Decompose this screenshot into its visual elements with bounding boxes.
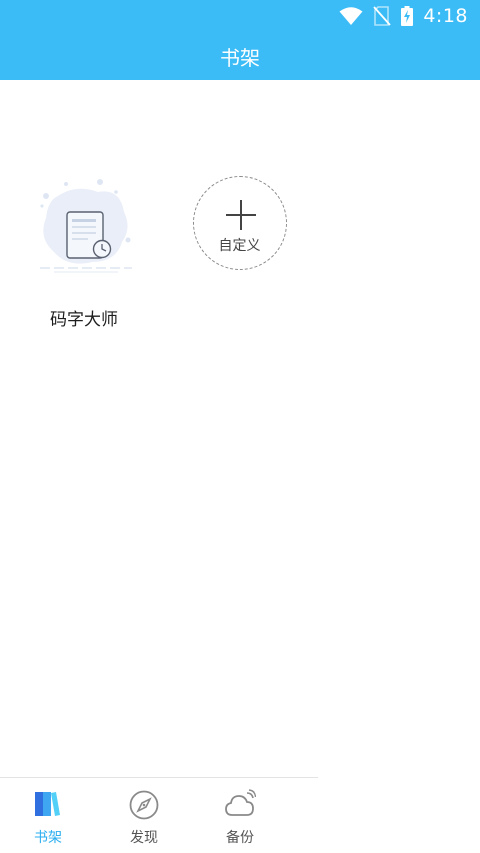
wifi-icon <box>339 7 363 25</box>
no-sim-icon <box>373 6 392 26</box>
app-header: 4:18 书架 <box>0 0 480 80</box>
compass-icon <box>129 790 159 820</box>
custom-add-button[interactable]: 自定义 <box>193 176 287 270</box>
page-title: 书架 <box>220 46 260 70</box>
nav-label-bookshelf: 书架 <box>34 830 62 846</box>
status-time: 4:18 <box>423 5 468 27</box>
nav-label-discover: 发现 <box>130 830 158 846</box>
custom-add-label: 自定义 <box>218 238 261 254</box>
status-icons: 4:18 <box>339 4 468 28</box>
cloud-backup-icon <box>225 789 256 816</box>
book-item[interactable]: 码字大师 <box>36 176 140 330</box>
nav-label-backup: 备份 <box>226 830 254 846</box>
nav-item-discover[interactable]: 发现 <box>96 777 192 853</box>
nav-item-bookshelf[interactable]: 书架 <box>0 777 96 853</box>
status-bar: 4:18 <box>0 0 480 32</box>
nav-item-backup[interactable]: 备份 <box>192 777 288 853</box>
book-title: 码字大师 <box>50 310 118 330</box>
battery-charging-icon <box>401 6 414 26</box>
bottom-navigation: 书架 发现 备份 <box>0 777 480 853</box>
bookshelf-icon <box>35 792 60 816</box>
plus-icon <box>226 200 256 230</box>
book-cover-illustration <box>40 179 132 273</box>
